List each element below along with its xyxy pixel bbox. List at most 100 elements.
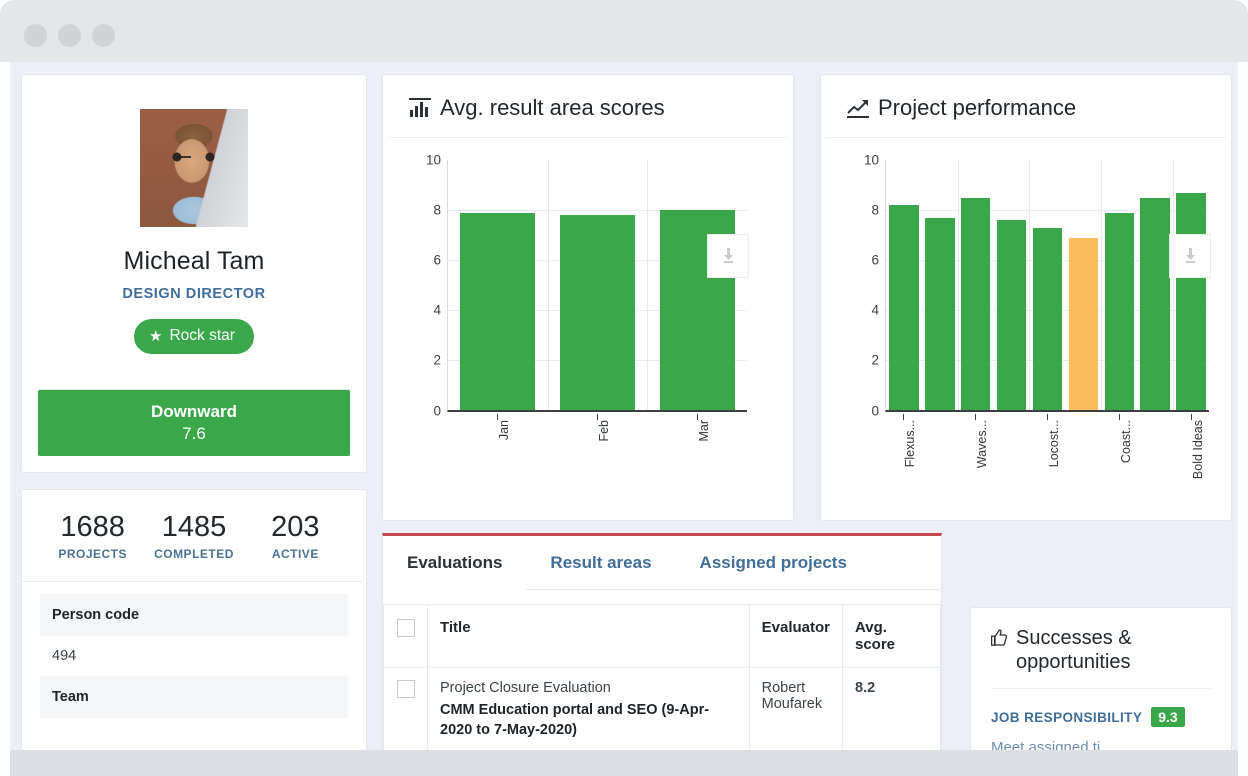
close-dot[interactable] bbox=[24, 24, 47, 47]
xlabel: Feb bbox=[597, 420, 611, 442]
tabstrip-filler bbox=[870, 536, 941, 590]
trend-value: 7.6 bbox=[182, 424, 206, 443]
tabstrip: Evaluations Result areas Assigned projec… bbox=[383, 536, 941, 590]
chart-1-title: Avg. result area scores bbox=[440, 95, 665, 120]
bar-6-highlighted[interactable] bbox=[1068, 237, 1099, 410]
chart-1-download-button[interactable] bbox=[707, 234, 749, 278]
col-title: Title bbox=[427, 604, 750, 668]
stat-completed: 1485 COMPLETED bbox=[143, 511, 244, 561]
tab-evaluations[interactable]: Evaluations bbox=[383, 536, 527, 590]
ytick: 2 bbox=[871, 352, 879, 368]
profile-role: DESIGN DIRECTOR bbox=[122, 286, 266, 302]
successes-header: Successes & opportunities bbox=[991, 626, 1211, 689]
ytick: 4 bbox=[871, 302, 879, 318]
ytick: 2 bbox=[433, 352, 441, 368]
ytick: 6 bbox=[433, 252, 441, 268]
bar-2[interactable] bbox=[925, 217, 955, 410]
ytick: 8 bbox=[871, 202, 879, 218]
row-title: Project Closure Evaluation bbox=[440, 680, 611, 696]
xlabel: Bold Ideas bbox=[1190, 420, 1205, 480]
chart-2-download-button[interactable] bbox=[1169, 234, 1211, 278]
chart-2-header: Project performance bbox=[825, 75, 1227, 138]
profile-card: Micheal Tam DESIGN DIRECTOR ★ Rock star … bbox=[21, 74, 367, 473]
stats-card: 1688 PROJECTS 1485 COMPLETED 203 ACTIVE … bbox=[21, 489, 367, 776]
chart-2-plot-area bbox=[885, 160, 1209, 412]
download-icon bbox=[723, 248, 733, 263]
window-titlebar bbox=[0, 0, 1248, 62]
chart-1-bars bbox=[448, 160, 747, 410]
bar-chart-icon bbox=[409, 98, 431, 117]
detail-value-person-code: 494 bbox=[40, 635, 348, 676]
stat-value: 203 bbox=[271, 511, 320, 543]
tab-label: Assigned projects bbox=[699, 552, 847, 572]
ytick: 0 bbox=[433, 403, 441, 419]
profile-name: Micheal Tam bbox=[123, 247, 265, 275]
rock-star-badge[interactable]: ★ Rock star bbox=[134, 319, 254, 354]
bar-locost[interactable] bbox=[1032, 227, 1063, 410]
chart-1-yaxis: 10 8 6 4 2 0 bbox=[401, 153, 447, 428]
maximize-dot[interactable] bbox=[92, 24, 115, 47]
successes-title-text: Successes & opportunities bbox=[1016, 627, 1132, 673]
stats-row: 1688 PROJECTS 1485 COMPLETED 203 ACTIVE bbox=[22, 490, 366, 582]
line-chart-icon bbox=[847, 100, 869, 118]
bar-jan[interactable] bbox=[460, 212, 536, 410]
tab-label: Evaluations bbox=[407, 552, 503, 572]
ytick: 10 bbox=[863, 152, 879, 168]
xlabel: Mar bbox=[696, 420, 711, 442]
row-title-sub: CMM Education portal and SEO (9-Apr-2020… bbox=[440, 702, 710, 738]
chart-1-plot: 10 8 6 4 2 0 Jan Feb Mar bbox=[383, 138, 793, 506]
chart-card-avg-result-area-scores: Avg. result area scores 10 8 6 4 2 0 Jan… bbox=[382, 74, 794, 521]
tab-assigned-projects[interactable]: Assigned projects bbox=[675, 536, 871, 590]
col-evaluator: Evaluator bbox=[748, 604, 844, 668]
select-all-checkbox[interactable] bbox=[396, 619, 415, 637]
bar-bold-ideas[interactable] bbox=[1176, 192, 1206, 410]
bar-coast[interactable] bbox=[1104, 212, 1134, 410]
chart-card-project-performance: Project performance 10 8 6 4 2 0 Flexus.… bbox=[820, 74, 1232, 521]
bar-flexus[interactable] bbox=[889, 205, 919, 410]
xlabel: Jan bbox=[496, 420, 511, 441]
row-checkbox[interactable] bbox=[396, 680, 415, 698]
table-row[interactable]: Project Closure Evaluation CMM Education… bbox=[383, 667, 941, 753]
ytick: 10 bbox=[425, 152, 441, 168]
page-canvas: Micheal Tam DESIGN DIRECTOR ★ Rock star … bbox=[10, 62, 1238, 776]
ytick: 8 bbox=[433, 202, 441, 218]
bar-4[interactable] bbox=[996, 220, 1027, 410]
bar-8[interactable] bbox=[1140, 197, 1170, 410]
tab-label: Result areas bbox=[550, 552, 652, 572]
minimize-dot[interactable] bbox=[58, 24, 81, 47]
row-title-cell: Project Closure Evaluation CMM Education… bbox=[427, 667, 750, 753]
bar-waves[interactable] bbox=[961, 197, 991, 410]
detail-list: Person code 494 Team bbox=[22, 582, 366, 718]
chart-1-plot-area bbox=[447, 160, 747, 412]
tab-result-areas[interactable]: Result areas bbox=[526, 536, 676, 590]
chart-2-yaxis: 10 8 6 4 2 0 bbox=[839, 153, 885, 428]
star-icon: ★ bbox=[149, 327, 163, 345]
ytick: 6 bbox=[871, 252, 879, 268]
success-item-label: JOB RESPONSIBILITY bbox=[991, 709, 1143, 725]
trend-label: Downward bbox=[151, 402, 237, 421]
chart-2-bars bbox=[886, 160, 1209, 410]
avatar bbox=[140, 109, 248, 227]
select-all-cell bbox=[383, 604, 428, 668]
stat-label: COMPLETED bbox=[154, 546, 234, 561]
stat-value: 1485 bbox=[161, 511, 227, 543]
ytick: 0 bbox=[871, 403, 879, 419]
xlabel: Flexus... bbox=[902, 420, 917, 468]
evaluations-panel: Evaluations Result areas Assigned projec… bbox=[382, 533, 942, 776]
detail-label-person-code: Person code bbox=[40, 593, 348, 636]
viewport-bottom-band bbox=[10, 750, 1238, 776]
xlabel: Coast... bbox=[1118, 420, 1133, 464]
xlabel: Locost... bbox=[1047, 420, 1061, 468]
thumbs-up-icon bbox=[991, 629, 1008, 646]
row-evaluator: Robert Moufarek bbox=[748, 667, 844, 753]
chart-2-plot: 10 8 6 4 2 0 Flexus... Waves... Locost..… bbox=[821, 138, 1231, 506]
chart-1-header: Avg. result area scores bbox=[387, 75, 789, 138]
trend-strip: Downward 7.6 bbox=[38, 389, 350, 456]
stat-label: ACTIVE bbox=[271, 546, 319, 561]
bar-feb[interactable] bbox=[560, 215, 635, 410]
traffic-light-controls bbox=[24, 24, 115, 47]
col-avg-score: Avg. score bbox=[842, 604, 941, 668]
stat-label: PROJECTS bbox=[58, 546, 127, 561]
evaluations-table: Title Evaluator Avg. score Project Closu… bbox=[383, 604, 941, 753]
profile-body: Micheal Tam DESIGN DIRECTOR ★ Rock star bbox=[22, 75, 366, 389]
